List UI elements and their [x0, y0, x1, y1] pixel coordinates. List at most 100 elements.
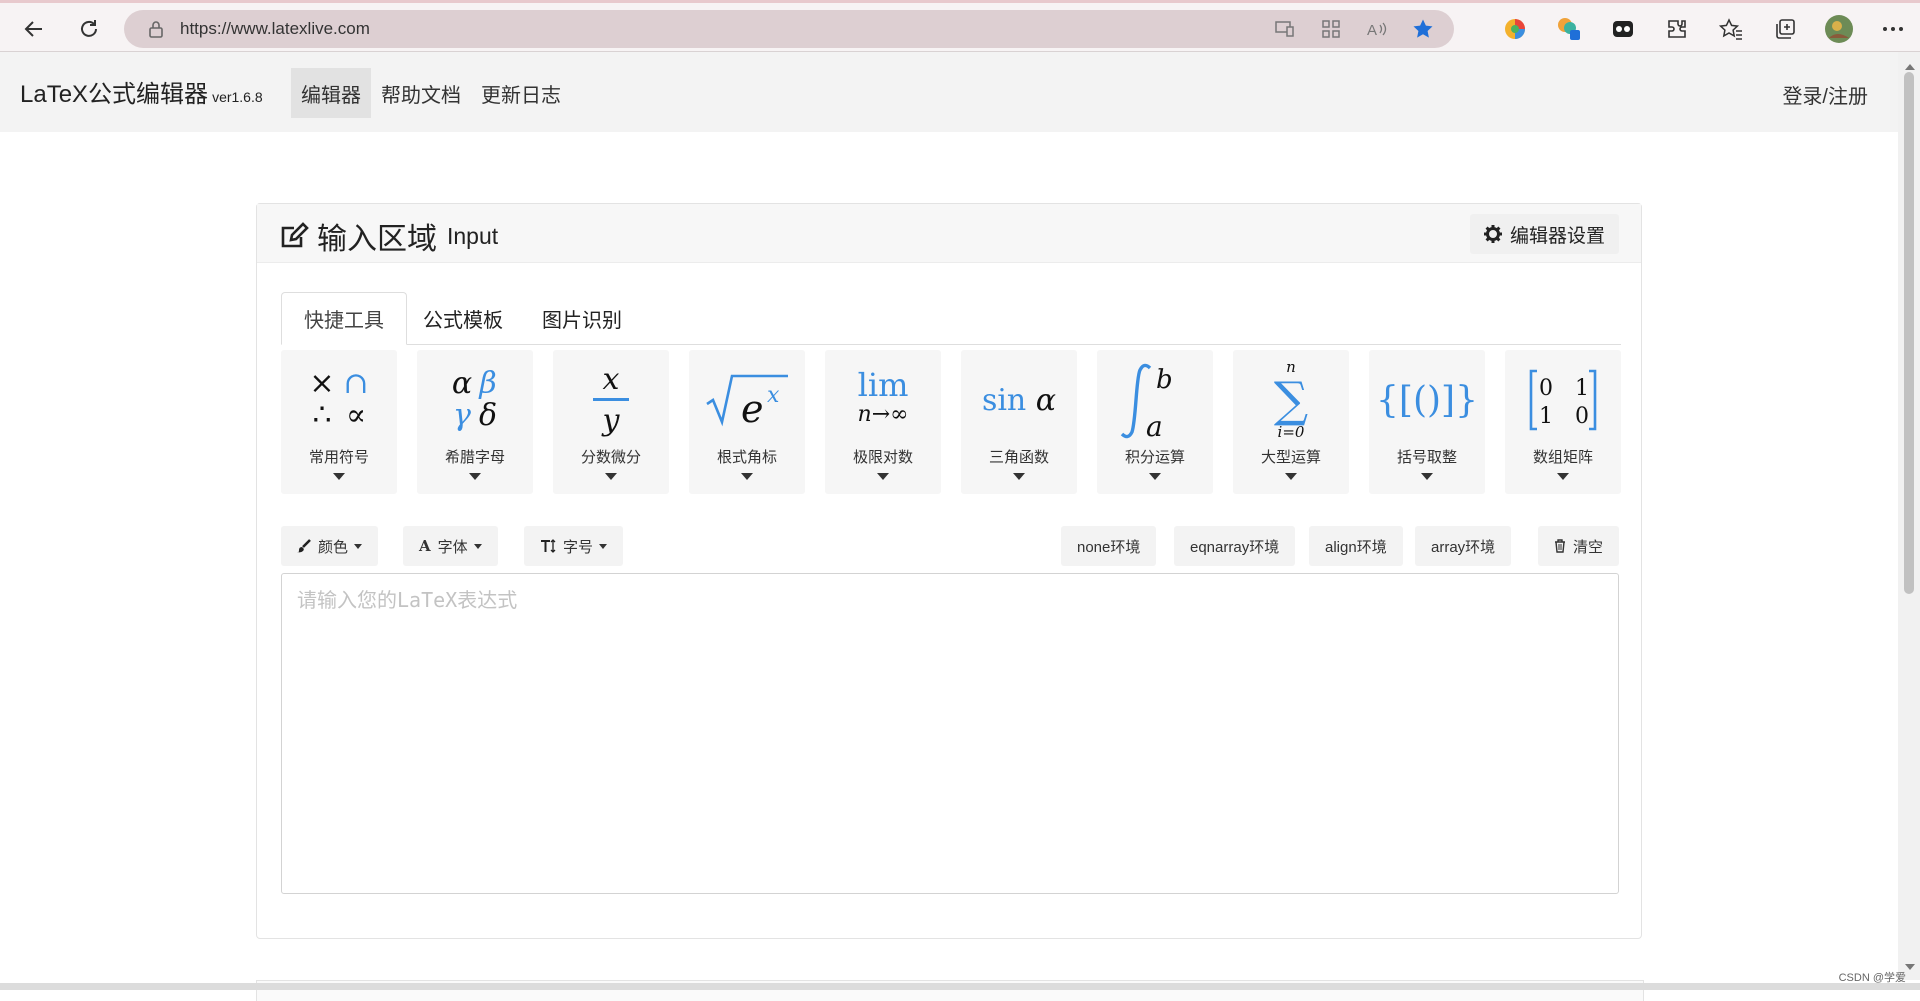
greek-letters-icon: αβγδ: [451, 366, 498, 433]
tool-label: 数组矩阵: [1532, 449, 1593, 466]
color-label: 颜色: [318, 538, 349, 556]
summation-icon: n ∑ i=0: [1233, 350, 1349, 450]
edit-icon: [279, 222, 309, 250]
scroll-down-arrow-icon[interactable]: [1905, 964, 1915, 970]
extension-color-icon[interactable]: [1488, 11, 1542, 47]
brackets-icon: {[()]}: [1369, 350, 1485, 450]
caret-down-icon: [473, 543, 482, 549]
brand-title[interactable]: LaTeX公式编辑器: [20, 81, 208, 108]
extensions-icon[interactable]: [1650, 11, 1704, 47]
qr-code-icon[interactable]: [1316, 14, 1346, 44]
matrix-cell: 1: [1539, 404, 1553, 429]
tool-radical-superscript[interactable]: e x 根式角标: [689, 350, 805, 494]
latex-editor[interactable]: [281, 573, 1619, 894]
lim-subscript: n→∞: [857, 402, 909, 427]
tool-matrix[interactable]: 0 1 1 0 数组矩阵: [1505, 350, 1621, 494]
back-icon[interactable]: [16, 11, 52, 47]
brand[interactable]: LaTeX公式编辑器 ver1.6.8: [20, 74, 263, 109]
profile-avatar[interactable]: [1812, 11, 1866, 47]
tool-label: 括号取整: [1396, 449, 1457, 466]
svg-text:A: A: [1367, 22, 1377, 38]
tool-greek-letters[interactable]: αβγδ 希腊字母: [417, 350, 533, 494]
clear-button[interactable]: 清空: [1538, 526, 1620, 566]
tab-formula-templates[interactable]: 公式模板: [401, 292, 525, 344]
tool-integral[interactable]: b a 积分运算: [1097, 350, 1213, 494]
login-register-link[interactable]: 登录/注册: [1782, 80, 1868, 109]
radical-base: e: [741, 387, 764, 428]
text-height-icon: [540, 539, 556, 553]
caret-down-icon: [354, 543, 363, 549]
address-bar[interactable]: https://www.latexlive.com A: [124, 10, 1454, 48]
trash-icon: [1554, 539, 1566, 553]
none-env-button[interactable]: none环境: [1061, 526, 1157, 566]
card-title: 输入区域 Input: [279, 214, 498, 258]
clear-label: 清空: [1573, 538, 1604, 556]
page-scrollbar[interactable]: [1898, 52, 1920, 980]
fraction-bar: [593, 397, 629, 401]
font-size-dropdown-button[interactable]: 字号: [524, 526, 624, 566]
radical-exponent: x: [767, 383, 780, 408]
tool-label: 三角函数: [988, 449, 1049, 466]
tool-label: 常用符号: [308, 449, 369, 466]
sin-text: sin: [981, 382, 1027, 418]
more-menu-icon[interactable]: [1866, 11, 1920, 47]
sum-lower: i=0: [1277, 423, 1305, 441]
browser-chrome: https://www.latexlive.com A: [0, 0, 1920, 52]
caret-down-icon: [1557, 473, 1569, 480]
editor-settings-label: 编辑器设置: [1509, 225, 1605, 247]
scrollbar-thumb[interactable]: [1904, 72, 1914, 594]
integral-lower: a: [1146, 410, 1163, 440]
radical-icon: e x: [689, 350, 805, 450]
font-dropdown-button[interactable]: A 字体: [403, 526, 498, 566]
input-card: 输入区域 Input 编辑器设置 快捷工具 公式模板 图片识别 × ∩ ∴ ∝ 常用符…: [256, 203, 1642, 939]
matrix-cell: 1: [1575, 376, 1589, 401]
nav-changelog[interactable]: 更新日志: [471, 68, 571, 118]
color-dropdown-button[interactable]: 颜色: [281, 526, 379, 566]
quick-tools-panel: × ∩ ∴ ∝ 常用符号 αβγδ 希腊字母 x y 分数微分 e x 根式角标…: [281, 350, 1621, 494]
matrix-cell: 0: [1575, 404, 1589, 429]
collections-icon[interactable]: [1758, 11, 1812, 47]
tool-brackets[interactable]: {[()]} 括号取整: [1369, 350, 1485, 494]
caret-down-icon: [1013, 473, 1025, 480]
main-nav: 编辑器 帮助文档 更新日志: [291, 68, 571, 118]
tool-trig-functions[interactable]: sin α 三角函数: [961, 350, 1077, 494]
font-size-label: 字号: [563, 538, 594, 556]
favorites-icon[interactable]: [1704, 11, 1758, 47]
scroll-up-arrow-icon[interactable]: [1905, 64, 1915, 70]
card-title-text: 输入区域: [317, 223, 437, 256]
sum-symbol: ∑: [1273, 372, 1309, 428]
app-available-icon[interactable]: [1270, 14, 1300, 44]
matrix-icon: 0 1 1 0: [1505, 350, 1621, 450]
latex-input[interactable]: [282, 574, 1618, 893]
tab-quick-tools[interactable]: 快捷工具: [281, 292, 407, 345]
tool-limit-log[interactable]: lim n→∞ 极限对数: [825, 350, 941, 494]
favorite-star-icon[interactable]: [1408, 14, 1438, 44]
matrix-cell: 0: [1539, 376, 1553, 401]
caret-down-icon: [1149, 473, 1161, 480]
fraction-icon: x y: [553, 350, 669, 450]
nav-help-docs[interactable]: 帮助文档: [371, 68, 471, 118]
watermark: CSDN @学爱: [1838, 972, 1906, 984]
common-symbols-icon: × ∩ ∴ ∝: [309, 366, 369, 433]
editor-settings-button[interactable]: 编辑器设置: [1469, 214, 1619, 254]
tool-common-symbols[interactable]: × ∩ ∴ ∝ 常用符号: [281, 350, 397, 494]
eqnarray-env-button[interactable]: eqnarray环境: [1174, 526, 1296, 566]
align-env-button[interactable]: align环境: [1309, 526, 1403, 566]
tool-label: 极限对数: [852, 449, 913, 466]
trig-icon: sin α: [961, 350, 1077, 450]
array-env-button[interactable]: array环境: [1415, 526, 1512, 566]
extension-mask-icon[interactable]: [1596, 11, 1650, 47]
version-label: ver1.6.8: [212, 89, 263, 105]
nav-editor[interactable]: 编辑器: [291, 68, 371, 118]
integral-icon: b a: [1097, 350, 1213, 450]
url-text[interactable]: https://www.latexlive.com: [180, 19, 370, 39]
read-aloud-icon[interactable]: A: [1362, 14, 1392, 44]
tab-image-recognition[interactable]: 图片识别: [520, 292, 644, 344]
tool-large-operators[interactable]: n ∑ i=0 大型运算: [1233, 350, 1349, 494]
caret-down-icon: [1285, 473, 1297, 480]
tool-fraction-derivative[interactable]: x y 分数微分: [553, 350, 669, 494]
caret-down-icon: [605, 473, 617, 480]
extension-puzzle-color-icon[interactable]: [1542, 11, 1596, 47]
tool-label: 根式角标: [716, 449, 777, 466]
refresh-icon[interactable]: [71, 11, 107, 47]
